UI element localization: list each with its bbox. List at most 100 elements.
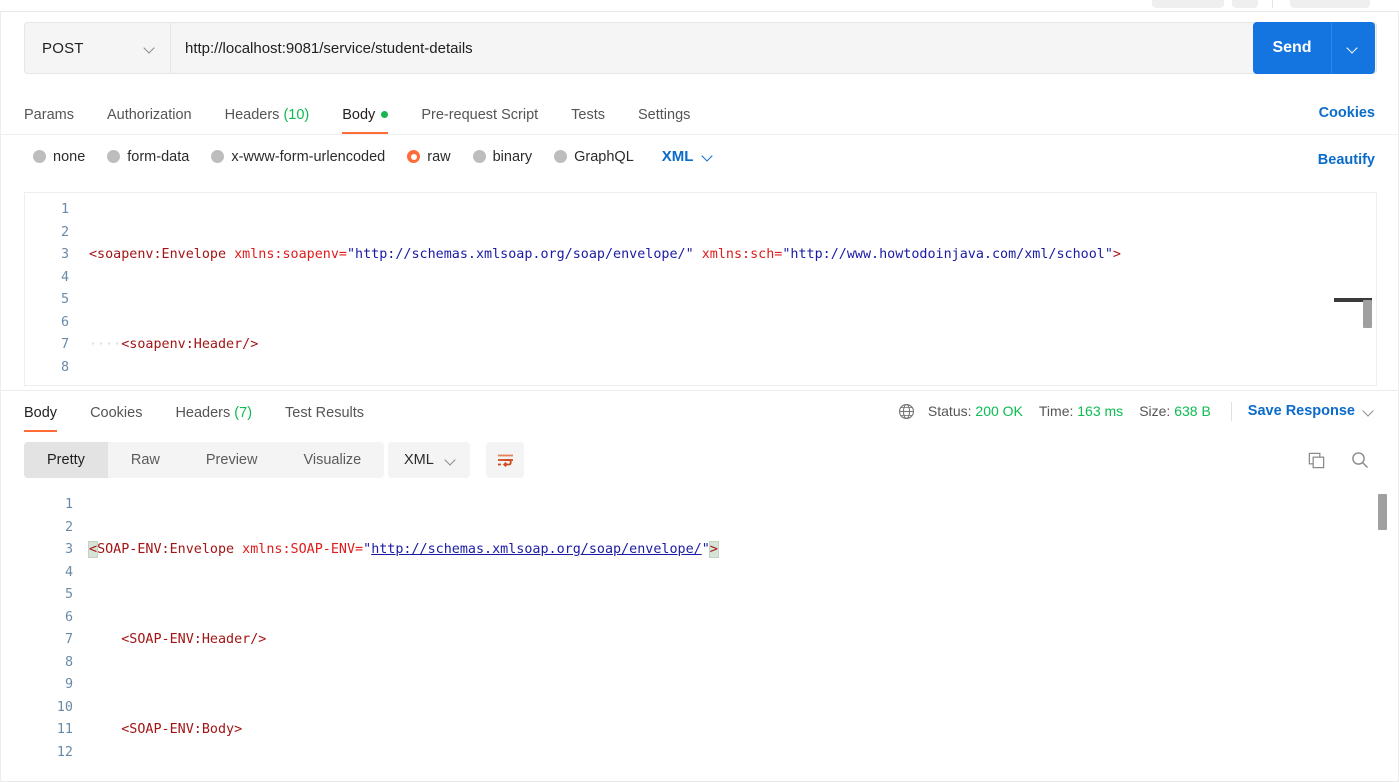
tab-label: Cookies xyxy=(90,405,143,421)
ghost-button-2 xyxy=(1232,0,1258,8)
beautify-link[interactable]: Beautify xyxy=(1318,152,1375,168)
body-present-dot-icon xyxy=(381,111,389,118)
url-input[interactable] xyxy=(170,22,1377,74)
http-method-label: POST xyxy=(42,39,84,57)
code-token: SOAP-ENV:Envelope xyxy=(97,542,235,557)
code-token: " xyxy=(363,542,372,557)
response-vertical-scrollbar-thumb[interactable] xyxy=(1378,494,1387,530)
line-number: 7 xyxy=(60,337,69,352)
response-format-dropdown[interactable]: XML xyxy=(388,442,470,478)
copy-response-button[interactable] xyxy=(1300,444,1332,476)
response-tab-test-results[interactable]: Test Results xyxy=(285,405,364,432)
request-body-format-label: XML xyxy=(661,148,694,165)
response-headers-count: (7) xyxy=(234,405,253,421)
headers-count: (10) xyxy=(283,107,310,123)
wrap-text-icon xyxy=(497,454,513,467)
code-token: <soapenv:Header/> xyxy=(121,337,259,352)
radio-form-data[interactable]: form-data xyxy=(107,149,189,165)
wrap-lines-button[interactable] xyxy=(486,442,524,478)
code-link[interactable]: http://schemas.xmlsoap.org/soap/envelope… xyxy=(371,542,702,557)
view-mode-raw[interactable]: Raw xyxy=(108,442,183,478)
request-body-editor[interactable]: 1 2 3 4 5 6 7 8 <soapenv:Envelope xmlns:… xyxy=(24,192,1377,386)
line-number: 3 xyxy=(60,247,69,262)
time-value: 163 ms xyxy=(1077,403,1124,419)
code-line: <SOAP-ENV:Header/> xyxy=(89,629,1398,652)
http-method-dropdown[interactable]: POST xyxy=(24,22,170,74)
radio-label: none xyxy=(53,148,86,165)
send-button[interactable]: Send xyxy=(1253,22,1331,74)
tab-pre-request-script[interactable]: Pre-request Script xyxy=(421,107,538,134)
tab-label: Params xyxy=(24,107,74,123)
tab-headers[interactable]: Headers (10) xyxy=(225,107,310,134)
line-number: 7 xyxy=(64,632,73,647)
view-mode-preview[interactable]: Preview xyxy=(183,442,281,478)
line-number: 4 xyxy=(64,564,73,580)
line-number: 5 xyxy=(60,292,69,307)
tab-label: Tests xyxy=(571,107,606,123)
bracket-match-icon: < xyxy=(87,541,99,558)
status-badge: Status: 200 OK xyxy=(928,403,1023,419)
line-number: 8 xyxy=(60,359,69,375)
line-number: 8 xyxy=(64,654,73,670)
response-tab-body[interactable]: Body xyxy=(24,405,58,432)
tab-authorization[interactable]: Authorization xyxy=(107,107,192,134)
ghost-button-1 xyxy=(1152,0,1224,8)
chevron-down-icon xyxy=(446,455,457,466)
tab-body[interactable]: Body xyxy=(342,107,389,134)
chevron-down-icon[interactable] xyxy=(1364,406,1375,417)
request-tabs: Params Authorization Headers (10) Body P… xyxy=(24,96,723,134)
response-tab-headers[interactable]: Headers (7) xyxy=(175,405,252,432)
response-code-lines: <SOAP-ENV:Envelope xmlns:SOAP-ENV="http:… xyxy=(87,494,1398,782)
time-badge: Time: 163 ms xyxy=(1039,403,1123,419)
line-number: 10 xyxy=(56,699,73,715)
tab-label: Body xyxy=(24,405,58,421)
view-mode-visualize[interactable]: Visualize xyxy=(280,442,384,478)
response-tab-cookies[interactable]: Cookies xyxy=(90,405,142,432)
tab-settings[interactable]: Settings xyxy=(638,107,690,134)
ghost-button-3 xyxy=(1290,0,1370,8)
search-response-button[interactable] xyxy=(1344,444,1376,476)
tab-params[interactable]: Params xyxy=(24,107,74,134)
size-value: 638 B xyxy=(1174,403,1211,419)
response-status-bar: Status: 200 OK Time: 163 ms Size: 638 B … xyxy=(898,398,1375,424)
bracket-match-icon: > xyxy=(708,541,719,558)
save-response-button[interactable]: Save Response xyxy=(1248,403,1355,419)
vertical-scrollbar-thumb[interactable] xyxy=(1363,300,1372,328)
line-number: 1 xyxy=(64,497,73,512)
tab-tests[interactable]: Tests xyxy=(571,107,605,134)
tab-label: Pre-request Script xyxy=(421,107,539,123)
tab-label: Headers xyxy=(175,405,231,421)
response-line-numbers: 1 2 3 4 5 6 7 8 9 10 11 12 xyxy=(1,494,73,764)
copy-icon xyxy=(1308,452,1324,468)
radio-raw[interactable]: raw xyxy=(407,149,451,165)
cookies-link[interactable]: Cookies xyxy=(1319,105,1375,121)
radio-graphql[interactable]: GraphQL xyxy=(554,149,634,165)
code-token: <soapenv:Envelope xyxy=(89,247,227,262)
code-line: ····<soapenv:Header/> xyxy=(89,334,1376,357)
radio-none[interactable]: none xyxy=(33,149,85,165)
request-body-format-dropdown[interactable]: XML xyxy=(662,148,715,165)
radio-icon xyxy=(107,150,121,163)
radio-label: binary xyxy=(492,148,533,165)
radio-x-www-form-urlencoded[interactable]: x-www-form-urlencoded xyxy=(211,149,385,165)
response-body-viewer[interactable]: 1 2 3 4 5 6 7 8 9 10 11 12 <SOAP-ENV:Env… xyxy=(1,490,1398,782)
line-number: 11 xyxy=(56,722,73,737)
radio-binary[interactable]: binary xyxy=(472,148,533,165)
code-token: xmlns:SOAP-ENV= xyxy=(234,542,364,557)
postman-request-response-view: POST Send Params Authorization Headers (… xyxy=(0,0,1399,782)
radio-label: x-www-form-urlencoded xyxy=(231,148,386,165)
request-tabs-divider xyxy=(1,134,1398,135)
response-scroll-track[interactable] xyxy=(1378,490,1387,782)
response-format-label: XML xyxy=(404,452,434,468)
view-mode-pretty[interactable]: Pretty xyxy=(24,442,108,478)
size-badge: Size: 638 B xyxy=(1139,403,1211,419)
radio-icon xyxy=(554,150,568,163)
line-number: 1 xyxy=(60,202,69,217)
radio-label: GraphQL xyxy=(574,148,634,165)
code-token: <SOAP-ENV:Header/> xyxy=(121,632,267,647)
tab-label: Body xyxy=(342,107,376,123)
request-response-card: POST Send Params Authorization Headers (… xyxy=(0,12,1399,782)
url-bar: POST xyxy=(24,22,1377,74)
send-options-dropdown[interactable] xyxy=(1331,22,1375,74)
